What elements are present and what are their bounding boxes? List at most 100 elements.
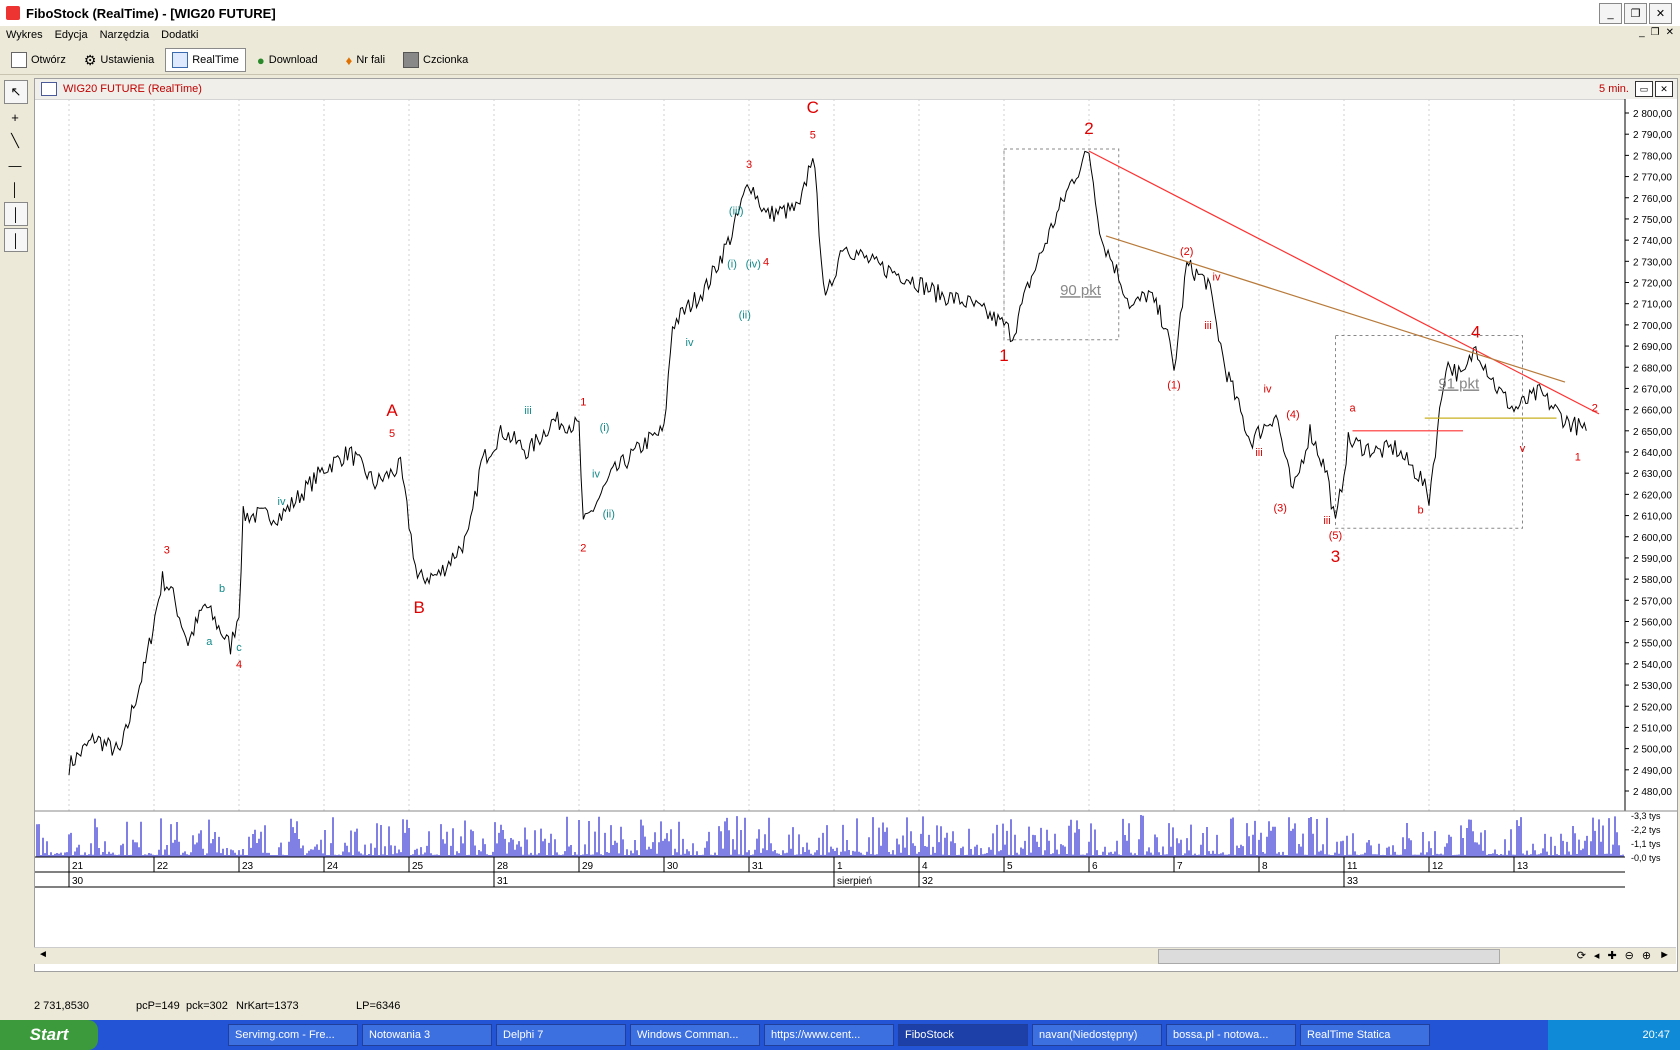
x-day-label: 21	[72, 861, 84, 872]
x-day-label: 1	[837, 861, 843, 872]
taskbar-item[interactable]: navan(Niedostępny)	[1032, 1024, 1162, 1046]
x-day-label: 12	[1432, 861, 1444, 872]
taskbar-item[interactable]: bossa.pl - notowa...	[1166, 1024, 1296, 1046]
crosshair-tool-icon[interactable]: +	[4, 106, 26, 128]
minimize-button[interactable]: _	[1599, 3, 1622, 24]
start-button[interactable]: Start	[0, 1020, 98, 1050]
menu-narzedzia[interactable]: Narzędzia	[94, 29, 156, 41]
zoom-out-icon[interactable]: ⊖	[1625, 949, 1634, 962]
open-button-label: Otwórz	[31, 54, 66, 66]
y-tick-label: 2 520,00	[1633, 702, 1672, 713]
download-button[interactable]: ● Download	[250, 48, 325, 72]
volume-tick-label: -2,2 tys	[1631, 825, 1661, 835]
wave-label: 5	[389, 428, 395, 440]
scroll-thumb[interactable]	[1158, 949, 1500, 964]
wave-label: B	[414, 598, 425, 617]
horizontal-line-tool-icon[interactable]: —	[4, 154, 26, 176]
y-tick-label: 2 590,00	[1633, 554, 1672, 565]
cursor-tool-icon[interactable]: ↖	[4, 80, 28, 104]
menu-dodatki[interactable]: Dodatki	[155, 29, 204, 41]
wave-label: v	[1520, 443, 1526, 455]
line-tool-icon[interactable]: ╲	[4, 130, 26, 152]
x-day-label: 7	[1177, 861, 1183, 872]
wave-icon: ♦	[345, 52, 353, 68]
status-bar: 2 731,8530 pcP=149 pck=302 NrKart=1373 L…	[0, 998, 1680, 1016]
y-tick-label: 2 540,00	[1633, 660, 1672, 671]
restore-button[interactable]: ❐	[1624, 3, 1647, 24]
wave-label: b	[1417, 504, 1423, 516]
realtime-icon	[172, 52, 189, 68]
refresh-icon[interactable]: ⟳	[1577, 949, 1586, 962]
taskbar-item[interactable]: FiboStock	[898, 1024, 1028, 1046]
chart-close-button[interactable]: ✕	[1655, 81, 1673, 97]
realtime-button[interactable]: RealTime	[165, 48, 246, 72]
open-button[interactable]: Otwórz	[4, 48, 73, 72]
settings-button-label: Ustawienia	[100, 54, 155, 66]
x-day-label: 13	[1517, 861, 1529, 872]
x-day-label: 23	[242, 861, 254, 872]
menu-wykres[interactable]: Wykres	[0, 29, 49, 41]
taskbar-item[interactable]: Servimg.com - Fre...	[228, 1024, 358, 1046]
x-day-label: 6	[1092, 861, 1098, 872]
scroll-left-icon[interactable]: ◄	[38, 949, 48, 960]
drawing-tools: ↖ + ╲ — │ │ │	[0, 78, 30, 330]
vertical-marker-tool-icon[interactable]: │	[4, 202, 28, 226]
menu-edycja[interactable]: Edycja	[49, 29, 94, 41]
wave-label: A	[386, 401, 398, 420]
y-tick-label: 2 670,00	[1633, 384, 1672, 395]
wave-label: iii	[1255, 447, 1262, 459]
x-week-label: 31	[497, 876, 509, 887]
y-tick-label: 2 660,00	[1633, 406, 1672, 417]
scroll-right-icon[interactable]: ►	[1659, 949, 1670, 962]
wave-label: (ii)	[603, 509, 615, 521]
wave-label: (i)	[600, 422, 610, 434]
taskbar-item[interactable]: Notowania 3	[362, 1024, 492, 1046]
zoom-in-icon[interactable]: ⊕	[1642, 949, 1651, 962]
mdi-minimize-button[interactable]: _	[1639, 27, 1645, 38]
price-chart[interactable]: 2 800,00 2 790,00 2 780,00 2 770,00 2 760,00…	[35, 99, 1677, 967]
taskbar-item[interactable]: Delphi 7	[496, 1024, 626, 1046]
x-week-label: 32	[922, 876, 934, 887]
x-day-label: 8	[1262, 861, 1268, 872]
wave-label: a	[1349, 403, 1356, 415]
scroll-right-small-icon[interactable]: ◂	[1594, 949, 1600, 962]
taskbar-item[interactable]: https://www.cent...	[764, 1024, 894, 1046]
y-tick-label: 2 510,00	[1633, 723, 1672, 734]
wave-label: (iv)	[746, 259, 761, 271]
wave-label: 3	[746, 159, 752, 171]
realtime-button-label: RealTime	[192, 54, 239, 66]
x-day-label: 29	[582, 861, 594, 872]
vertical-marker-tool-2-icon[interactable]: │	[4, 228, 28, 252]
wave-number-label: Nr fali	[356, 54, 386, 66]
y-tick-label: 2 500,00	[1633, 745, 1672, 756]
wave-label: iii	[1323, 515, 1330, 527]
add-icon[interactable]: ✚	[1607, 949, 1616, 962]
status-lp: LP=6346	[356, 1000, 401, 1012]
taskbar: Start Servimg.com - Fre... Notowania 3 Del…	[0, 1020, 1680, 1050]
price-series-line[interactable]	[68, 150, 1587, 776]
wave-number-button[interactable]: ♦ Nr fali	[339, 48, 392, 72]
mdi-restore-button[interactable]: ❐	[1651, 27, 1660, 38]
taskbar-item[interactable]: RealTime Statica	[1300, 1024, 1430, 1046]
horizontal-scrollbar[interactable]: ◄ ⟳ ◂ ✚ ⊖ ⊕ ►	[34, 947, 1676, 964]
wave-label: iv	[592, 468, 600, 480]
measure-annotation: 90 pkt	[1060, 282, 1102, 299]
close-button[interactable]: ✕	[1649, 3, 1672, 24]
wave-label: iii	[1204, 320, 1211, 332]
vertical-line-tool-icon[interactable]: │	[4, 178, 26, 200]
title-bar: FiboStock (RealTime) - [WIG20 FUTURE] _ …	[0, 0, 1680, 26]
interval-label[interactable]: 5 min.	[1599, 83, 1629, 95]
x-day-label: 28	[497, 861, 509, 872]
font-button[interactable]: Czcionka	[396, 48, 475, 72]
wave-label: iii	[524, 405, 531, 417]
volume-tick-label: -0,0 tys	[1631, 853, 1661, 863]
mdi-close-button[interactable]: ✕	[1666, 27, 1674, 38]
chart-window: WIG20 FUTURE (RealTime) 5 min. ▭ ✕ 2 800…	[34, 78, 1678, 972]
wave-label: b	[219, 583, 225, 595]
x-day-label: 11	[1347, 861, 1358, 872]
chart-title: WIG20 FUTURE (RealTime)	[63, 83, 202, 95]
chart-restore-button[interactable]: ▭	[1635, 81, 1653, 97]
settings-button[interactable]: ⚙ Ustawienia	[77, 48, 161, 72]
taskbar-item[interactable]: Windows Comman...	[630, 1024, 760, 1046]
wave-label: 2	[1084, 119, 1093, 138]
